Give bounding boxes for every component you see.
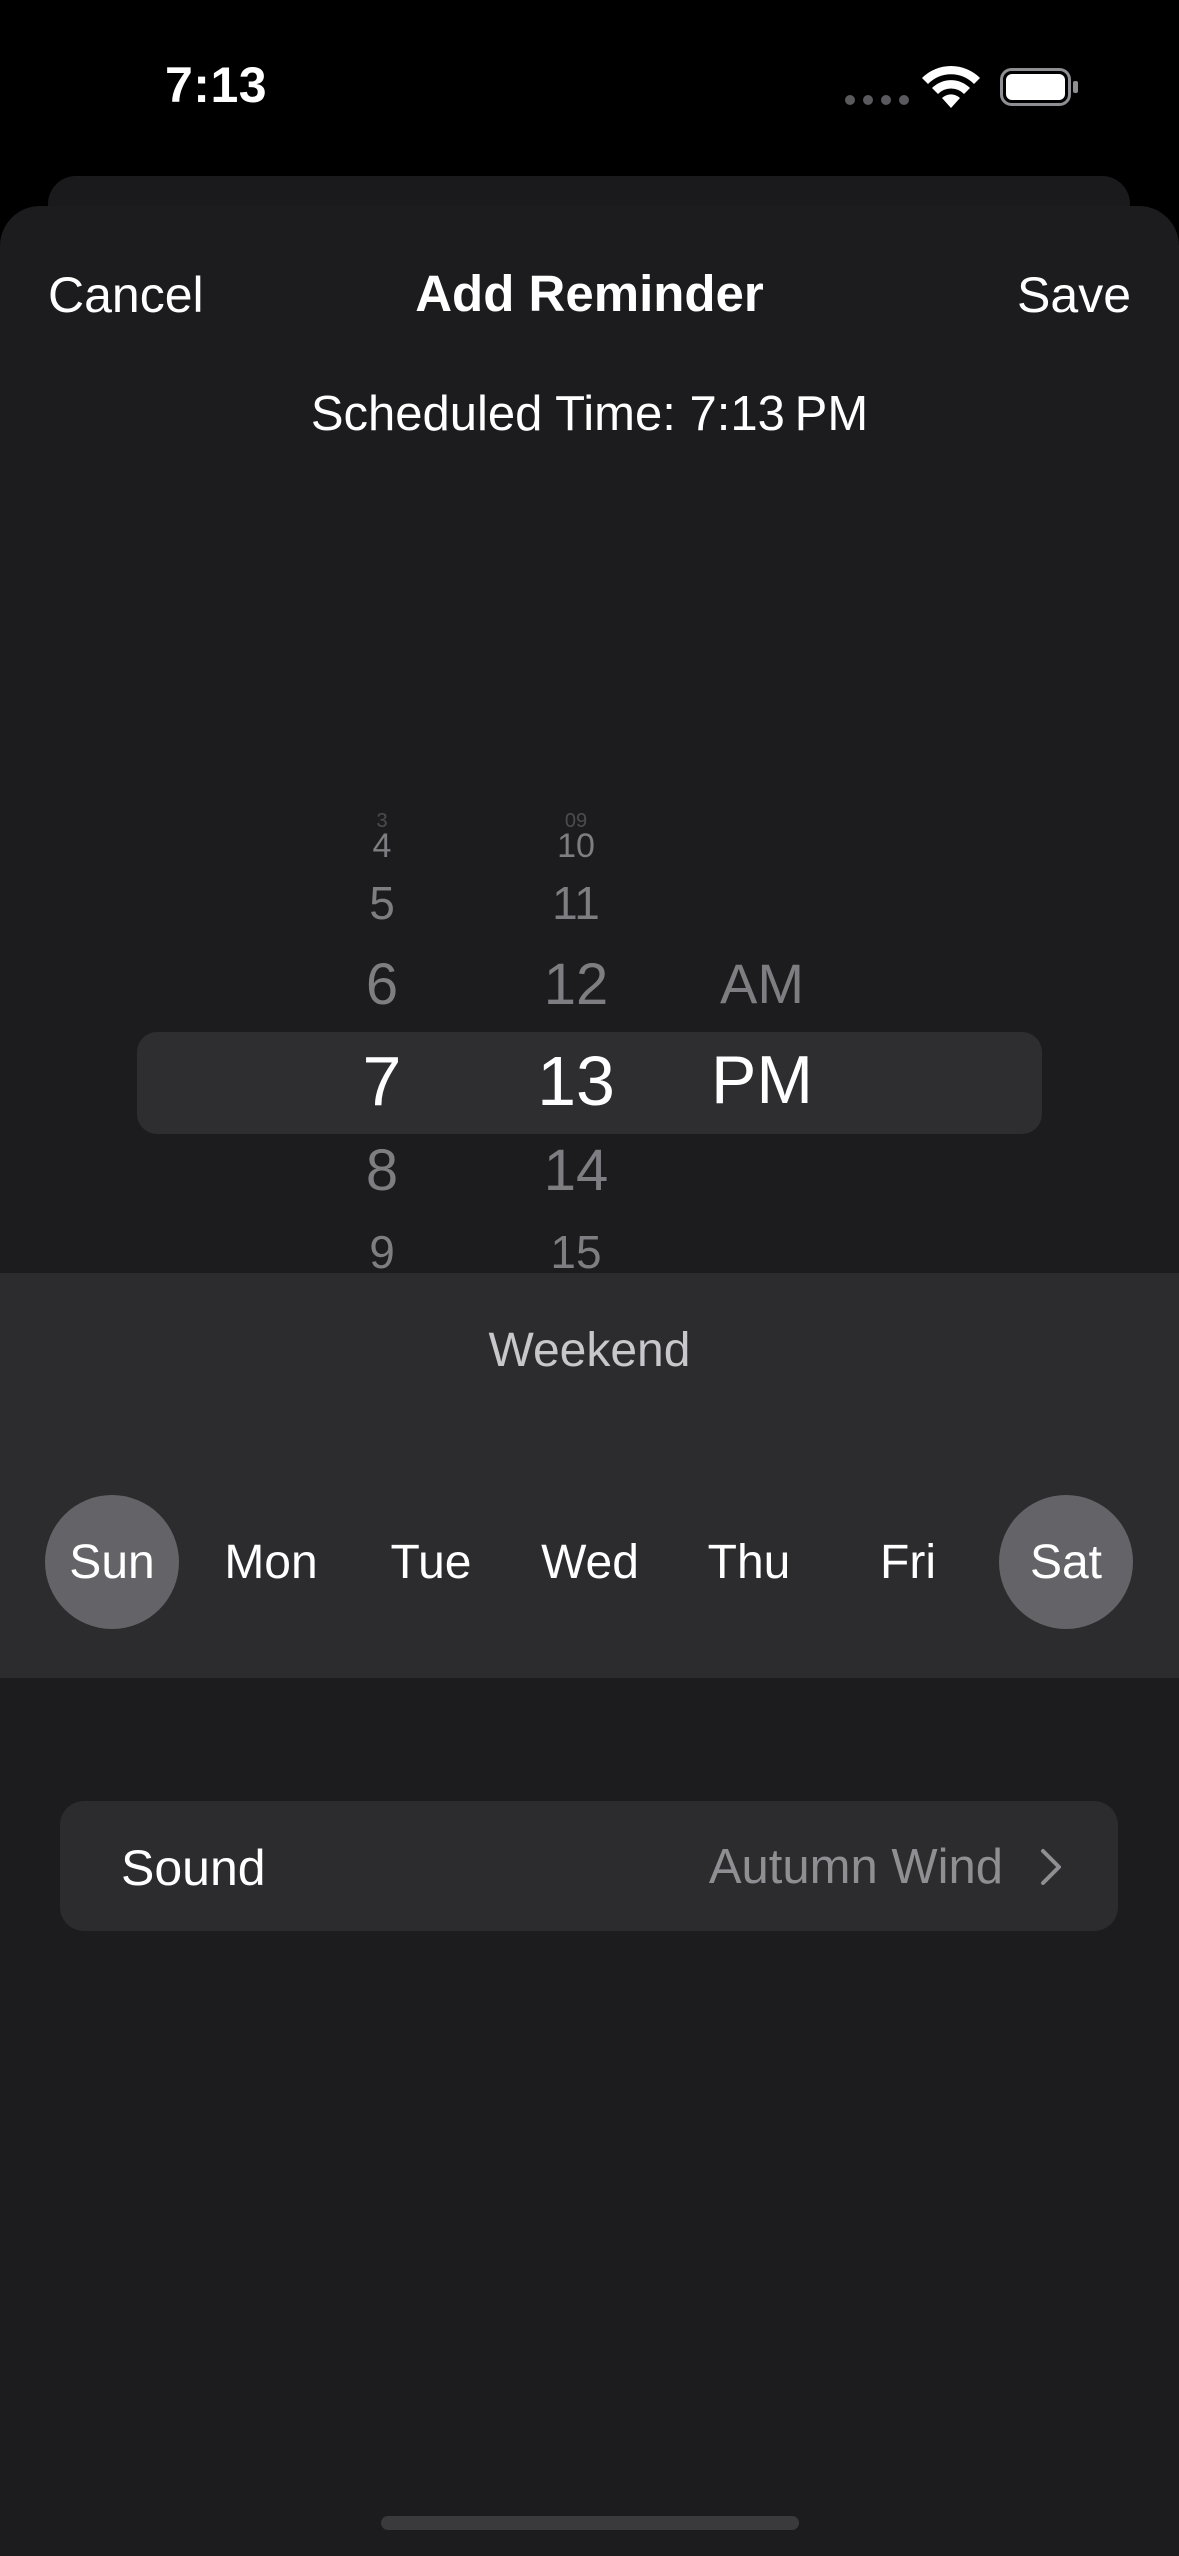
- sound-value: Autumn Wind: [708, 1840, 1003, 1894]
- sound-label: Sound: [121, 1840, 266, 1896]
- day-toggle-thu[interactable]: Thu: [682, 1495, 816, 1629]
- sound-row[interactable]: Sound Autumn Wind: [60, 1801, 1118, 1931]
- status-time: 7:13: [165, 57, 268, 113]
- day-toggle-sat[interactable]: Sat: [999, 1495, 1133, 1629]
- hour-option: 4: [372, 827, 392, 865]
- scheduled-time-label: Scheduled Time: 7:13 PM: [310, 387, 869, 441]
- home-indicator[interactable]: [381, 2516, 799, 2530]
- hour-option: 6: [365, 952, 399, 1017]
- period-option-selected: PM: [711, 1042, 813, 1118]
- wifi-icon: [922, 65, 980, 108]
- hour-wheel[interactable]: 3 4 5 6 7 8 9 10 11: [272, 601, 492, 1351]
- repeat-summary: Weekend: [488, 1324, 691, 1377]
- signal-dots-icon: [845, 95, 909, 105]
- cancel-button[interactable]: Cancel: [48, 266, 204, 324]
- day-toggle-tue[interactable]: Tue: [364, 1495, 498, 1629]
- add-reminder-sheet: Add Reminder Cancel Save Scheduled Time:…: [0, 206, 1179, 2556]
- status-bar: 7:13: [0, 0, 1179, 170]
- chevron-right-icon: [1041, 1849, 1061, 1885]
- save-button[interactable]: Save: [1017, 266, 1131, 324]
- hour-option-selected: 7: [362, 1042, 402, 1120]
- day-toggle-mon[interactable]: Mon: [204, 1495, 338, 1629]
- battery-icon: [1000, 68, 1078, 106]
- day-toggle-wed[interactable]: Wed: [523, 1495, 657, 1629]
- period-wheel[interactable]: AM PM: [652, 601, 872, 1351]
- time-picker[interactable]: 3 4 5 6 7 8 9 10 11 09 10 11 12 13 14 15…: [0, 601, 1179, 1351]
- hour-option: 5: [369, 877, 395, 929]
- period-option: AM: [720, 952, 804, 1015]
- day-toggle-sun[interactable]: Sun: [45, 1495, 179, 1629]
- hour-option: 8: [365, 1138, 399, 1203]
- repeat-days-section: Weekend Sun Mon Tue Wed Thu Fri Sat: [0, 1273, 1179, 1678]
- hour-option: 9: [369, 1226, 395, 1278]
- day-toggle-fri[interactable]: Fri: [841, 1495, 975, 1629]
